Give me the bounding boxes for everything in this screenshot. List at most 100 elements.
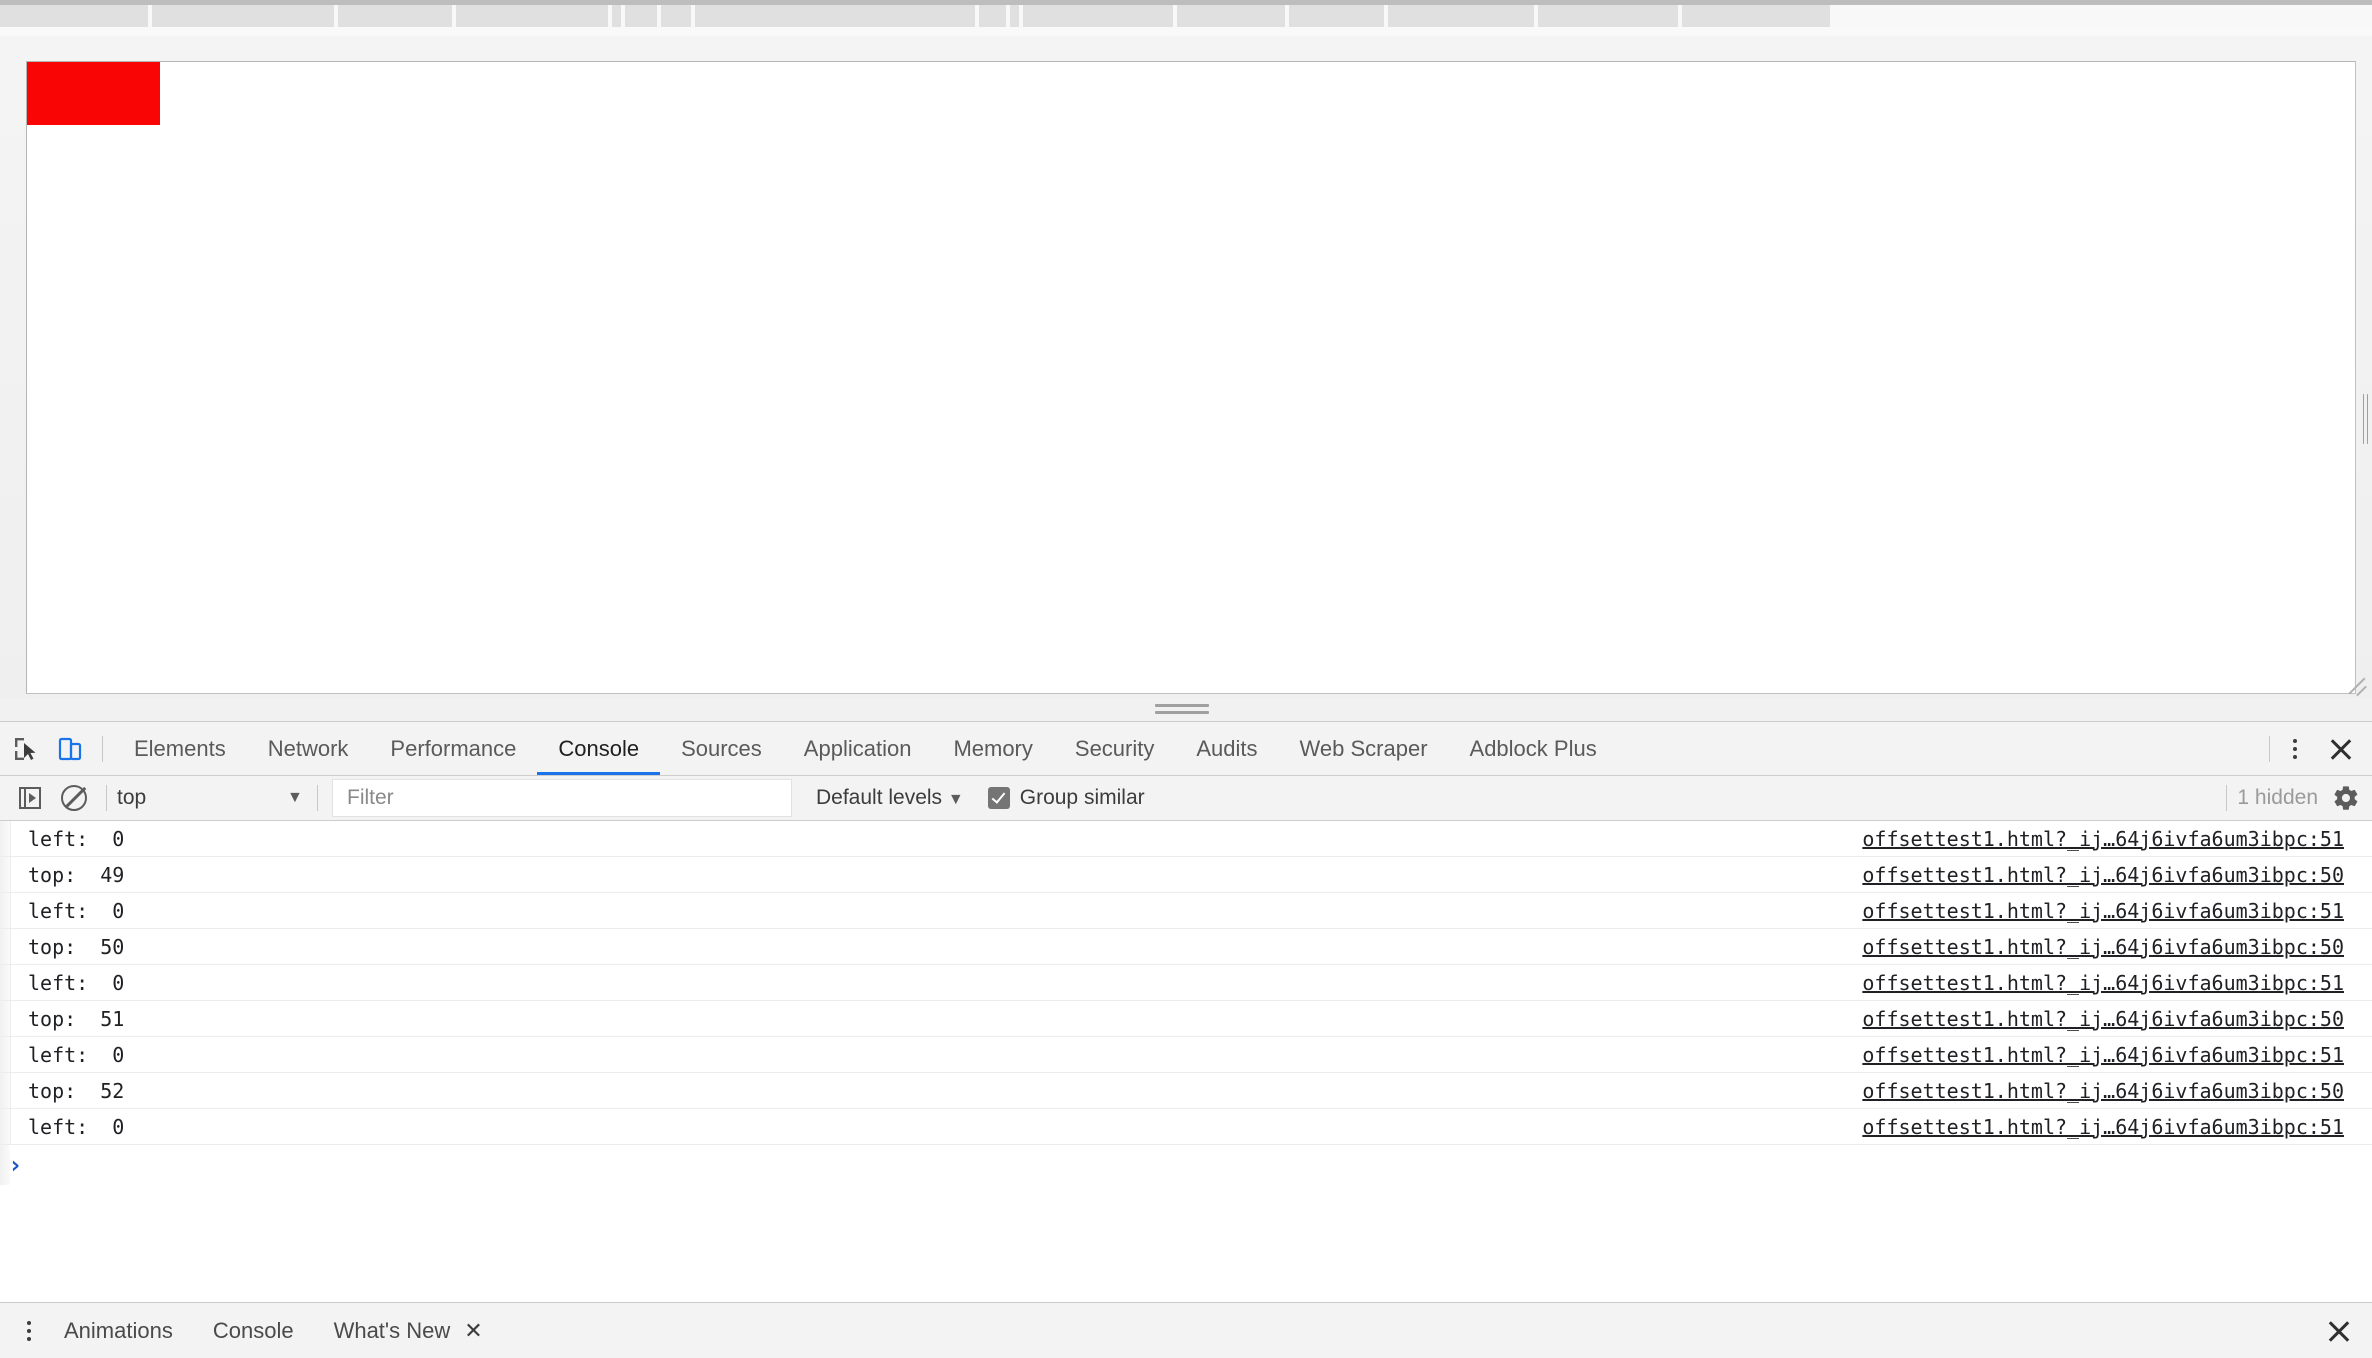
console-message-text: top: 51 <box>28 1006 125 1031</box>
filterbar-divider-3 <box>2226 785 2228 811</box>
log-levels-dropdown[interactable]: Default levels ▼ <box>816 786 968 810</box>
console-row[interactable]: left: 0 offsettest1.html?_ij…64j6ivfa6um3… <box>0 821 2372 857</box>
devtools-horizontal-splitter[interactable] <box>0 698 2372 722</box>
tab-network[interactable]: Network <box>247 722 370 775</box>
console-message-text: left: 0 <box>28 970 125 995</box>
console-source-link[interactable]: offsettest1.html?_ij…64j6ivfa6um3ibpc:50 <box>1862 935 2344 959</box>
devtools-panel: Elements Network Performance Console Sources… <box>0 722 2372 1358</box>
corner-resize-grip[interactable] <box>2342 666 2368 697</box>
group-similar-label: Group similar <box>1019 786 1145 809</box>
vertical-resize-grip[interactable] <box>2363 394 2367 444</box>
browser-tab-strip[interactable] <box>0 5 2372 27</box>
inspect-element-icon[interactable] <box>4 727 48 771</box>
browser-chrome-strip <box>0 0 2372 36</box>
filterbar-divider-1 <box>106 785 107 811</box>
browser-tab[interactable] <box>1682 5 1830 27</box>
browser-tab[interactable] <box>612 5 621 27</box>
browser-tab[interactable] <box>661 5 691 27</box>
hidden-messages-count: 1 hidden <box>2237 786 2318 809</box>
browser-toolbar-underline <box>0 27 2372 36</box>
console-source-link[interactable]: offsettest1.html?_ij…64j6ivfa6um3ibpc:50 <box>1862 863 2344 887</box>
browser-tab[interactable] <box>1177 5 1285 27</box>
browser-tab[interactable] <box>0 5 148 27</box>
browser-tab[interactable] <box>625 5 657 27</box>
browser-tab[interactable] <box>1388 5 1534 27</box>
devtools-tabbar: Elements Network Performance Console Sources… <box>0 722 2372 776</box>
console-source-link[interactable]: offsettest1.html?_ij…64j6ivfa6um3ibpc:51 <box>1862 827 2344 851</box>
prompt-chevron-icon: › <box>8 1151 23 1179</box>
console-source-link[interactable]: offsettest1.html?_ij…64j6ivfa6um3ibpc:50 <box>1862 1007 2344 1031</box>
tab-adblock-plus[interactable]: Adblock Plus <box>1449 722 1618 775</box>
browser-tab[interactable] <box>1023 5 1173 27</box>
tab-console[interactable]: Console <box>537 722 661 775</box>
tab-memory[interactable]: Memory <box>932 722 1053 775</box>
toolbar-divider-right <box>2269 735 2270 762</box>
tab-performance[interactable]: Performance <box>369 722 537 775</box>
log-levels-label: Default levels <box>816 786 943 809</box>
gear-icon[interactable] <box>2332 784 2360 812</box>
drawer-tab-console[interactable]: Console <box>193 1318 314 1344</box>
drawer-tab-label: Animations <box>64 1317 173 1343</box>
drawer-more-options-icon[interactable] <box>14 1316 44 1346</box>
console-sidebar-toggle-icon[interactable] <box>8 776 52 820</box>
close-devtools-icon[interactable] <box>2324 732 2358 766</box>
drawer-tab-what-s-new[interactable]: What's New ✕ <box>314 1318 503 1344</box>
console-source-link[interactable]: offsettest1.html?_ij…64j6ivfa6um3ibpc:51 <box>1862 1043 2344 1067</box>
console-row[interactable]: left: 0 offsettest1.html?_ij…64j6ivfa6um3… <box>0 965 2372 1001</box>
console-row[interactable]: top: 52 offsettest1.html?_ij…64j6ivfa6um3… <box>0 1073 2372 1109</box>
drawer-right-actions <box>2308 1314 2372 1348</box>
console-source-link[interactable]: offsettest1.html?_ij…64j6ivfa6um3ibpc:51 <box>1862 971 2344 995</box>
clear-console-icon[interactable] <box>52 776 96 820</box>
console-filter-bar: top ▼ Filter Default levels ▼ Group simi… <box>0 776 2372 821</box>
page-viewport-area <box>0 36 2372 698</box>
console-message-text: left: 0 <box>28 1042 125 1067</box>
console-source-link[interactable]: offsettest1.html?_ij…64j6ivfa6um3ibpc:50 <box>1862 1079 2344 1103</box>
browser-tab[interactable] <box>695 5 975 27</box>
tab-application[interactable]: Application <box>783 722 933 775</box>
console-source-link[interactable]: offsettest1.html?_ij…64j6ivfa6um3ibpc:51 <box>1862 1115 2344 1139</box>
browser-tab[interactable] <box>1289 5 1384 27</box>
chevron-down-icon-levels: ▼ <box>947 791 964 808</box>
browser-tab[interactable] <box>152 5 334 27</box>
browser-tab[interactable] <box>1010 5 1019 27</box>
tab-web-scraper[interactable]: Web Scraper <box>1279 722 1449 775</box>
group-similar-toggle[interactable]: Group similar <box>987 786 1145 810</box>
devtools-drawer-tabbar: Animations Console What's New ✕ <box>0 1302 2372 1358</box>
device-toolbar-icon[interactable] <box>48 727 92 771</box>
group-similar-checkbox[interactable] <box>987 787 1010 809</box>
toolbar-divider <box>102 735 103 762</box>
tab-elements[interactable]: Elements <box>113 722 247 775</box>
console-message-text: top: 50 <box>28 934 125 959</box>
tab-security[interactable]: Security <box>1054 722 1175 775</box>
execution-context-value[interactable]: top <box>117 786 287 810</box>
devtools-window: Elements Network Performance Console Sources… <box>0 0 2372 1358</box>
more-options-icon[interactable] <box>2280 734 2310 764</box>
devtools-tabbar-actions <box>2259 722 2372 776</box>
tab-sources[interactable]: Sources <box>660 722 783 775</box>
filter-input[interactable]: Filter <box>332 779 792 817</box>
browser-tab[interactable] <box>1538 5 1678 27</box>
console-row[interactable]: top: 51 offsettest1.html?_ij…64j6ivfa6um3… <box>0 1001 2372 1037</box>
console-message-text: left: 0 <box>28 826 125 851</box>
console-row[interactable]: left: 0 offsettest1.html?_ij…64j6ivfa6um3… <box>0 1037 2372 1073</box>
console-message-text: left: 0 <box>28 1114 125 1139</box>
console-row[interactable]: left: 0 offsettest1.html?_ij…64j6ivfa6um3… <box>0 893 2372 929</box>
console-row[interactable]: top: 50 offsettest1.html?_ij…64j6ivfa6um3… <box>0 929 2372 965</box>
console-row[interactable]: top: 49 offsettest1.html?_ij…64j6ivfa6um3… <box>0 857 2372 893</box>
drawer-tab-label: Console <box>212 1317 294 1343</box>
browser-tab[interactable] <box>338 5 452 27</box>
close-drawer-icon[interactable] <box>2322 1314 2356 1348</box>
tab-audits[interactable]: Audits <box>1175 722 1278 775</box>
filterbar-right-actions: 1 hidden <box>2216 784 2372 812</box>
chevron-down-icon[interactable]: ▼ <box>287 789 303 807</box>
drawer-tab-animations[interactable]: Animations <box>44 1318 193 1344</box>
console-row[interactable]: left: 0 offsettest1.html?_ij…64j6ivfa6um3… <box>0 1109 2372 1145</box>
drawer-tab-close-icon[interactable]: ✕ <box>464 1318 482 1344</box>
red-rectangle <box>27 62 160 125</box>
console-source-link[interactable]: offsettest1.html?_ij…64j6ivfa6um3ibpc:51 <box>1862 899 2344 923</box>
browser-tab[interactable] <box>979 5 1006 27</box>
page-viewport[interactable] <box>26 61 2356 694</box>
console-prompt-row[interactable]: › <box>0 1145 2372 1185</box>
browser-tab[interactable] <box>456 5 608 27</box>
console-message-list[interactable]: left: 0 offsettest1.html?_ij…64j6ivfa6um3… <box>0 821 2372 1273</box>
